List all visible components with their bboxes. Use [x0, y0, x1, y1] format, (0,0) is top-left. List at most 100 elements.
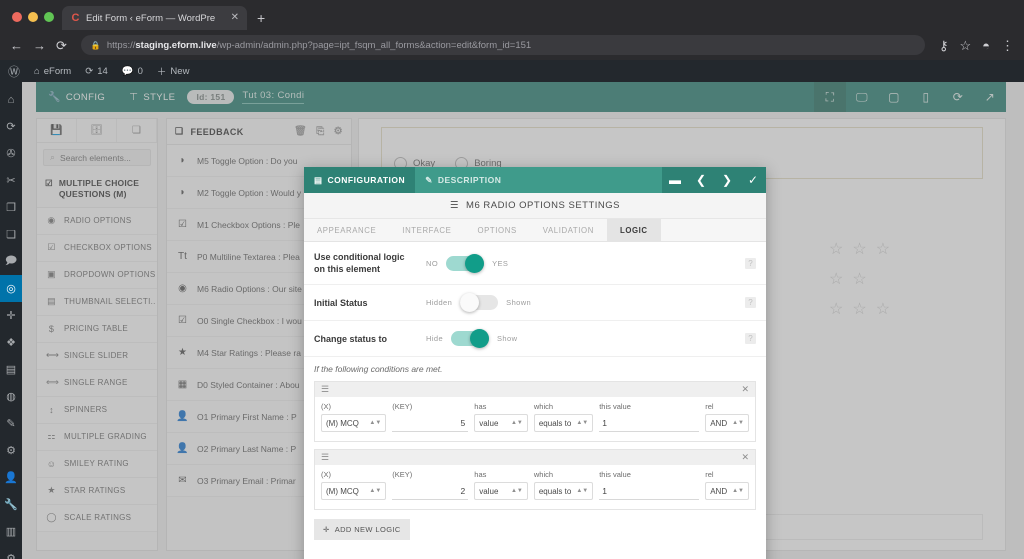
wp-menu-item-comments[interactable]: 🗩 — [0, 248, 22, 275]
previous-icon[interactable]: ❮ — [688, 167, 714, 193]
back-icon[interactable]: ← — [10, 39, 23, 52]
confirm-check-icon[interactable]: ✓ — [740, 167, 766, 193]
modal-subtabs: APPEARANCE INTERFACE OPTIONS VALIDATION LOGI… — [304, 219, 766, 242]
address-bar[interactable]: 🔒 https://staging.eform.live/wp-admin/ad… — [80, 35, 925, 55]
setting-toggle[interactable] — [446, 253, 485, 273]
rel-field-label: rel — [705, 402, 714, 412]
element-settings-modal: ▤ CONFIGURATION ✎ DESCRIPTION ▬ ❮ ❯ ✓ ☰ M6 … — [304, 167, 766, 559]
has-select[interactable]: value ▲▼ — [474, 482, 528, 501]
add-new-logic-button[interactable]: ✛ ADD NEW LOGIC — [314, 519, 410, 541]
drag-handle-icon[interactable]: ☰ — [321, 384, 329, 395]
wp-menu-item-eform[interactable]: ◎ — [0, 275, 25, 302]
which-select[interactable]: equals to ▲▼ — [533, 414, 594, 433]
x-select[interactable]: (M) MCQ ▲▼ — [321, 482, 387, 501]
browser-tab[interactable]: C Edit Form ‹ eForm — WordPre ✕ — [62, 6, 247, 30]
adminbar-new[interactable]: ＋ New — [156, 64, 190, 79]
comments-count: 0 — [137, 65, 143, 77]
rel-field-label: rel — [705, 470, 714, 480]
profile-icon[interactable]: ◓ — [982, 39, 990, 52]
lock-icon: 🔒 — [90, 40, 101, 50]
modal-subtab-logic[interactable]: LOGIC — [606, 219, 661, 242]
modal-header: ▤ CONFIGURATION ✎ DESCRIPTION ▬ ❮ ❯ ✓ — [304, 167, 766, 193]
adminbar-updates[interactable]: ⟳ 14 — [85, 66, 108, 77]
modal-tab-description[interactable]: ✎ DESCRIPTION — [415, 167, 511, 193]
toggle-knob — [470, 329, 490, 349]
key-input[interactable] — [392, 482, 469, 501]
browser-window: C Edit Form ‹ eForm — WordPre ✕ + ← → ⟳ … — [0, 0, 1024, 559]
key-field-label: (KEY) — [392, 402, 413, 412]
modal-subtab-validation[interactable]: VALIDATION — [530, 219, 607, 242]
conditions-note: If the following conditions are met. — [314, 364, 443, 375]
password-key-icon[interactable]: ⚷ — [939, 39, 949, 52]
help-icon[interactable]: ? — [745, 297, 756, 309]
next-icon[interactable]: ❯ — [714, 167, 740, 193]
wp-menu-item-products[interactable]: ◍ — [0, 383, 22, 410]
chevron-updown-icon: ▲▼ — [510, 420, 523, 427]
setting-row: Change status to Hide Show? — [304, 321, 766, 358]
remove-condition-icon[interactable]: ✕ — [741, 384, 749, 395]
wp-menu-item-forms[interactable]: ▤ — [0, 356, 22, 383]
wp-menu-item-library[interactable]: ▥ — [0, 518, 22, 545]
which-select-value: equals to — [538, 486, 572, 496]
wp-menu-item-posts[interactable]: ✇ — [0, 140, 22, 167]
setting-toggle[interactable] — [460, 293, 499, 313]
browser-menu-icon[interactable]: ⋮ — [1001, 39, 1014, 52]
adminbar-site-link[interactable]: ⌂ eForm — [34, 66, 71, 77]
minimize-window-button[interactable] — [28, 12, 38, 22]
setting-toggle[interactable] — [451, 329, 490, 349]
adminbar-comments[interactable]: 💬 0 — [122, 66, 143, 77]
which-select[interactable]: equals to ▲▼ — [533, 482, 594, 501]
modal-subtab-interface[interactable]: INTERFACE — [389, 219, 464, 242]
modal-tab-configuration[interactable]: ▤ CONFIGURATION — [304, 167, 416, 193]
drag-handle-icon[interactable]: ☰ — [321, 452, 329, 463]
value-input[interactable] — [599, 482, 700, 501]
wp-admin-page: ⌂⟳✇✂❐❏🗩◎✛❖▤◍✎⚙👤🔧▥⚙▭✐ 🔧 CONFIG ⊤ STYLE Id… — [0, 82, 1024, 559]
wp-menu-item-wrench[interactable]: 🔧 — [0, 491, 22, 518]
setting-row: Initial Status Hidden Shown? — [304, 285, 766, 322]
window-traffic-lights — [8, 12, 62, 30]
modal-subtab-options[interactable]: OPTIONS — [464, 219, 529, 242]
reload-icon[interactable]: ⟳ — [56, 39, 67, 52]
wp-menu-item-plugins[interactable]: ✛ — [0, 302, 22, 329]
value-input[interactable] — [599, 414, 700, 433]
remove-condition-icon[interactable]: ✕ — [741, 452, 749, 463]
chevron-updown-icon: ▲▼ — [510, 488, 523, 495]
minimize-icon[interactable]: ▬ — [662, 167, 688, 193]
modal-subtab-appearance[interactable]: APPEARANCE — [304, 219, 389, 242]
wp-menu-item-appearance[interactable]: ❏ — [0, 221, 22, 248]
wp-menu-item-updates[interactable]: ⟳ — [0, 113, 22, 140]
wp-menu-item-users[interactable]: 👤 — [0, 464, 22, 491]
has-select[interactable]: value ▲▼ — [474, 414, 528, 433]
plus-icon: ✛ — [323, 525, 330, 535]
help-icon[interactable]: ? — [745, 257, 756, 269]
wp-menu-item-settings[interactable]: ⚙ — [0, 545, 22, 559]
wp-menu-item-media[interactable]: ✂ — [0, 167, 22, 194]
bookmark-star-icon[interactable]: ☆ — [959, 39, 971, 52]
new-tab-button[interactable]: + — [247, 11, 275, 30]
chevron-updown-icon: ▲▼ — [576, 420, 589, 427]
rel-select[interactable]: AND ▲▼ — [705, 414, 749, 433]
wp-menu-item-settings-2[interactable]: ⚙ — [0, 437, 22, 464]
logic-fields: (X) (M) MCQ ▲▼ (KEY) has value ▲▼ which equals t… — [315, 465, 755, 509]
close-tab-icon[interactable]: ✕ — [231, 13, 239, 23]
toggle-on-label: Show — [497, 334, 518, 344]
wp-admin-sidebar-menu: ⌂⟳✇✂❐❏🗩◎✛❖▤◍✎⚙👤🔧▥⚙▭✐ — [0, 82, 25, 559]
setting-row: Use conditional logic on this element NO Y… — [304, 242, 766, 286]
wp-menu-item-shortcodes[interactable]: ❖ — [0, 329, 22, 356]
help-icon[interactable]: ? — [745, 333, 756, 345]
wp-menu-item-pages[interactable]: ❐ — [0, 194, 22, 221]
chevron-updown-icon: ▲▼ — [732, 420, 744, 427]
wp-menu-item-tools[interactable]: ✎ — [0, 410, 22, 437]
key-input[interactable] — [392, 414, 469, 433]
maximize-window-button[interactable] — [44, 12, 54, 22]
rel-select[interactable]: AND ▲▼ — [705, 482, 749, 501]
x-select[interactable]: (M) MCQ ▲▼ — [321, 414, 387, 433]
logic-row-bar: ☰ ✕ — [315, 450, 755, 466]
wordpress-logo-icon[interactable]: Ⓦ — [8, 63, 20, 80]
plus-icon: ＋ — [156, 67, 167, 78]
close-window-button[interactable] — [12, 12, 22, 22]
which-field-label: which — [533, 470, 554, 480]
x-select-value: (M) MCQ — [326, 418, 359, 428]
wp-menu-item-dashboard[interactable]: ⌂ — [0, 86, 22, 113]
forward-icon[interactable]: → — [33, 39, 46, 52]
